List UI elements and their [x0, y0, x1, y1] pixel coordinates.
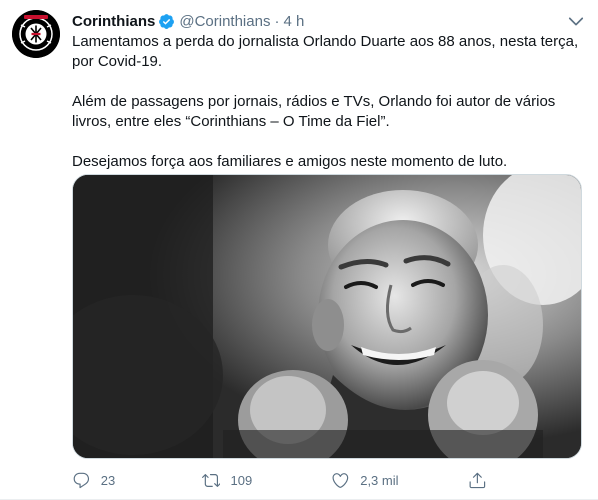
author-handle[interactable]: @Corinthians	[179, 13, 270, 30]
tweet-paragraph: Desejamos força aos familiares e amigos …	[72, 153, 508, 170]
reply-count: 23	[100, 472, 116, 488]
share-button[interactable]	[468, 470, 497, 490]
reply-icon	[73, 472, 90, 488]
chevron-down-icon[interactable]	[566, 11, 586, 31]
header-separator: ·	[274, 12, 280, 30]
tweet-paragraph: Lamentamos a perda do jornalista Orlando…	[72, 33, 579, 70]
like-button[interactable]: 2,3 mil	[331, 470, 399, 490]
timestamp[interactable]: 4 h	[283, 13, 304, 30]
share-icon	[469, 472, 486, 488]
retweet-count: 109	[230, 472, 253, 488]
author-name[interactable]: Corinthians	[72, 13, 155, 30]
retweet-icon	[201, 473, 221, 487]
avatar[interactable]	[12, 10, 60, 58]
heart-icon	[332, 472, 349, 488]
corinthians-logo	[12, 10, 60, 58]
tweet-photo[interactable]	[72, 174, 582, 459]
tweet-text: Lamentamos a perda do jornalista Orlando…	[72, 32, 584, 172]
like-count: 2,3 mil	[360, 472, 399, 488]
tweet-paragraph: Além de passagens por jornais, rádios e …	[72, 93, 556, 130]
verified-badge-icon	[159, 13, 175, 29]
tweet-header: Corinthians @Corinthians · 4 h	[72, 11, 586, 31]
photo-image	[73, 175, 581, 458]
reply-button[interactable]: 23	[72, 470, 132, 490]
tweet[interactable]: Corinthians @Corinthians · 4 h Lamentamo…	[0, 0, 598, 500]
tweet-actions: 23 109 2,3 mil	[72, 470, 497, 490]
retweet-button[interactable]: 109	[201, 470, 262, 490]
